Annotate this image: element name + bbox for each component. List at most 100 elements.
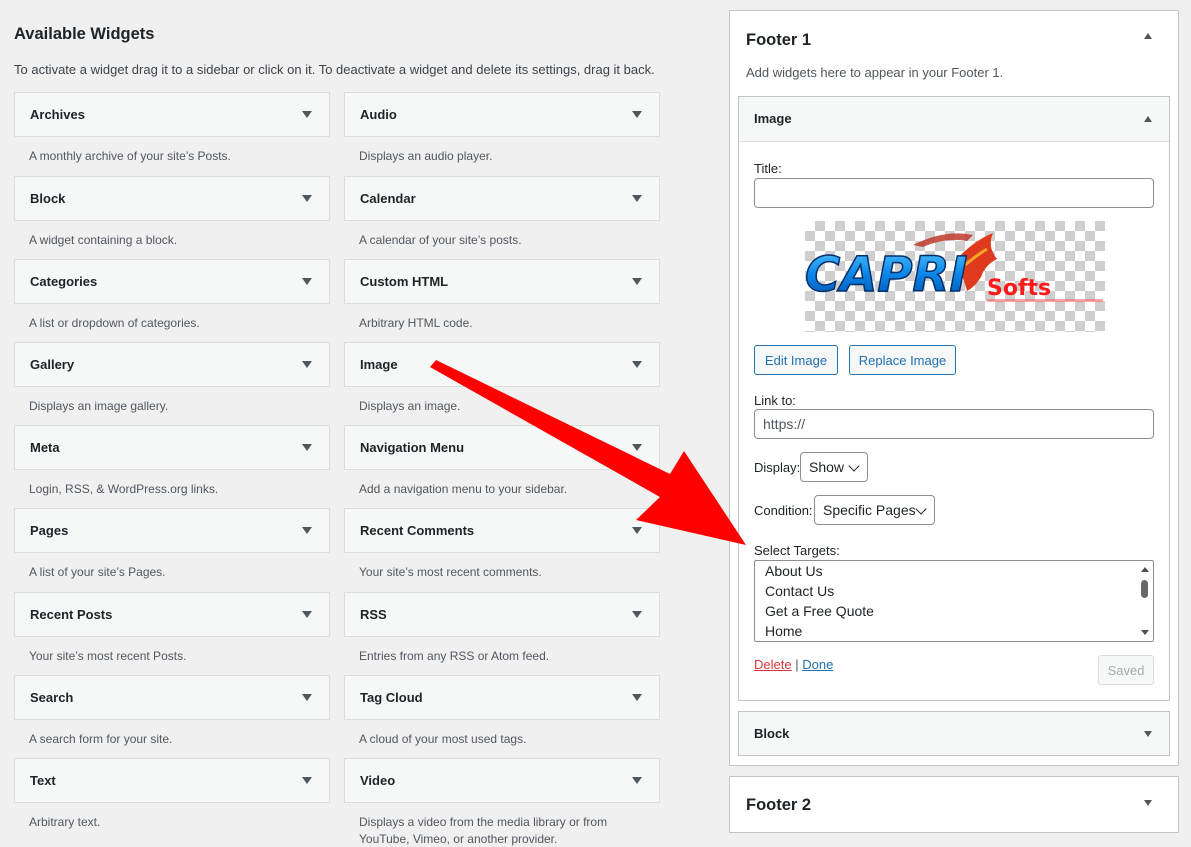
sidebar-title: Footer 2 xyxy=(746,796,812,814)
widget-recent-posts[interactable]: Recent Posts xyxy=(14,592,330,637)
widget-recent-comments[interactable]: Recent Comments xyxy=(344,508,660,553)
logo-sub-text: Softs xyxy=(987,276,1051,301)
caret-down-icon[interactable] xyxy=(302,444,312,451)
sidebar-footer-2[interactable]: Footer 2 xyxy=(729,776,1179,833)
caret-down-icon[interactable] xyxy=(302,694,312,701)
widget-description: Your site’s most recent Posts. xyxy=(29,649,187,663)
logo-main-text: CAPRI xyxy=(805,247,967,303)
widget-label: Video xyxy=(360,773,396,788)
widget-archives[interactable]: Archives xyxy=(14,92,330,137)
widget-calendar[interactable]: Calendar xyxy=(344,176,660,221)
widget-pages[interactable]: Pages xyxy=(14,508,330,553)
widget-custom-html[interactable]: Custom HTML xyxy=(344,259,660,304)
block-widget[interactable]: Block xyxy=(738,711,1170,756)
caret-down-icon[interactable] xyxy=(302,777,312,784)
widget-label: Recent Posts xyxy=(30,607,113,622)
widget-label: Categories xyxy=(30,274,98,289)
widget-description: A cloud of your most used tags. xyxy=(359,732,527,746)
widget-description: Login, RSS, & WordPress.org links. xyxy=(29,482,219,496)
widget-description: Displays an image gallery. xyxy=(29,399,169,413)
caret-down-icon[interactable] xyxy=(632,361,642,368)
widget-categories[interactable]: Categories xyxy=(14,259,330,304)
caret-down-icon[interactable] xyxy=(632,527,642,534)
caret-down-icon[interactable] xyxy=(632,694,642,701)
available-widgets-title: Available Widgets xyxy=(14,25,155,43)
action-separator: | xyxy=(795,657,799,672)
display-select[interactable]: Show xyxy=(800,452,868,482)
listbox-scrollbar[interactable] xyxy=(1138,562,1152,640)
title-label: Title: xyxy=(754,161,782,176)
sidebar-description: Add widgets here to appear in your Foote… xyxy=(746,65,1004,80)
image-preview: CAPRI Softs xyxy=(805,221,1105,332)
expand-arrow-icon[interactable] xyxy=(1144,731,1152,737)
condition-select[interactable]: Specific Pages xyxy=(814,495,935,525)
condition-select-value: Specific Pages xyxy=(823,502,916,518)
widget-description: Your site’s most recent comments. xyxy=(359,565,542,579)
done-link[interactable]: Done xyxy=(802,657,833,672)
caret-down-icon[interactable] xyxy=(302,111,312,118)
widget-description: A monthly archive of your site’s Posts. xyxy=(29,149,231,163)
widget-label: Gallery xyxy=(30,357,75,372)
targets-listbox[interactable]: About Us Contact Us Get a Free Quote Hom… xyxy=(754,560,1154,642)
replace-image-button[interactable]: Replace Image xyxy=(849,345,956,375)
widget-search[interactable]: Search xyxy=(14,675,330,720)
chevron-down-icon xyxy=(915,503,927,515)
caret-down-icon[interactable] xyxy=(632,777,642,784)
collapse-arrow-icon[interactable] xyxy=(1144,33,1152,39)
caret-down-icon[interactable] xyxy=(302,527,312,534)
widget-label: Search xyxy=(30,690,74,705)
caret-down-icon[interactable] xyxy=(632,111,642,118)
widget-audio[interactable]: Audio xyxy=(344,92,660,137)
link-label: Link to: xyxy=(754,393,796,408)
widget-description: A calendar of your site’s posts. xyxy=(359,233,522,247)
caret-down-icon[interactable] xyxy=(302,195,312,202)
widget-description: Displays a video from the media library … xyxy=(359,815,608,846)
caret-down-icon[interactable] xyxy=(632,278,642,285)
widget-navigation-menu[interactable]: Navigation Menu xyxy=(344,425,660,470)
scrollbar-thumb[interactable] xyxy=(1141,580,1148,598)
target-option[interactable]: Contact Us xyxy=(755,581,1153,601)
widget-description: Entries from any RSS or Atom feed. xyxy=(359,649,550,663)
widget-label: RSS xyxy=(360,607,387,622)
scroll-up-arrow-icon[interactable] xyxy=(1141,567,1149,572)
edit-image-button[interactable]: Edit Image xyxy=(754,345,838,375)
target-option[interactable]: Home xyxy=(755,621,1153,641)
title-input[interactable] xyxy=(754,178,1154,208)
scroll-down-arrow-icon[interactable] xyxy=(1141,630,1149,635)
widget-block[interactable]: Block xyxy=(14,176,330,221)
widget-label: Block xyxy=(30,191,66,206)
widget-tag-cloud[interactable]: Tag Cloud xyxy=(344,675,660,720)
collapse-arrow-icon[interactable] xyxy=(1144,116,1152,122)
widget-text[interactable]: Text xyxy=(14,758,330,803)
widget-label: Meta xyxy=(30,440,60,455)
sidebar-title[interactable]: Footer 1 xyxy=(746,31,811,50)
caret-down-icon[interactable] xyxy=(302,278,312,285)
widget-label: Tag Cloud xyxy=(360,690,423,705)
delete-link[interactable]: Delete xyxy=(754,657,792,672)
caret-down-icon[interactable] xyxy=(302,361,312,368)
saved-button[interactable]: Saved xyxy=(1098,655,1154,685)
caret-down-icon[interactable] xyxy=(632,444,642,451)
widget-gallery[interactable]: Gallery xyxy=(14,342,330,387)
widget-meta[interactable]: Meta xyxy=(14,425,330,470)
widget-label: Image xyxy=(360,357,398,372)
link-input[interactable]: https:// xyxy=(754,409,1154,439)
widget-label: Text xyxy=(30,773,56,788)
caret-down-icon[interactable] xyxy=(302,611,312,618)
widget-image[interactable]: Image xyxy=(344,342,660,387)
widget-description: Arbitrary HTML code. xyxy=(359,316,473,330)
widget-header-label: Image xyxy=(754,111,792,126)
expand-arrow-icon[interactable] xyxy=(1144,800,1152,806)
image-widget-header[interactable]: Image xyxy=(739,97,1169,142)
available-widgets-description: To activate a widget drag it to a sideba… xyxy=(14,62,655,77)
target-option[interactable]: Get a Free Quote xyxy=(755,601,1153,621)
target-option[interactable]: About Us xyxy=(755,561,1153,581)
widget-description: Displays an audio player. xyxy=(359,149,493,163)
image-widget: Image Title: CAPRI Softs Edit Image Repl… xyxy=(738,96,1170,701)
caret-down-icon[interactable] xyxy=(632,611,642,618)
widget-description: A list or dropdown of categories. xyxy=(29,316,200,330)
caret-down-icon[interactable] xyxy=(632,195,642,202)
widget-video[interactable]: Video xyxy=(344,758,660,803)
widget-header-label: Block xyxy=(754,726,790,741)
widget-rss[interactable]: RSS xyxy=(344,592,660,637)
